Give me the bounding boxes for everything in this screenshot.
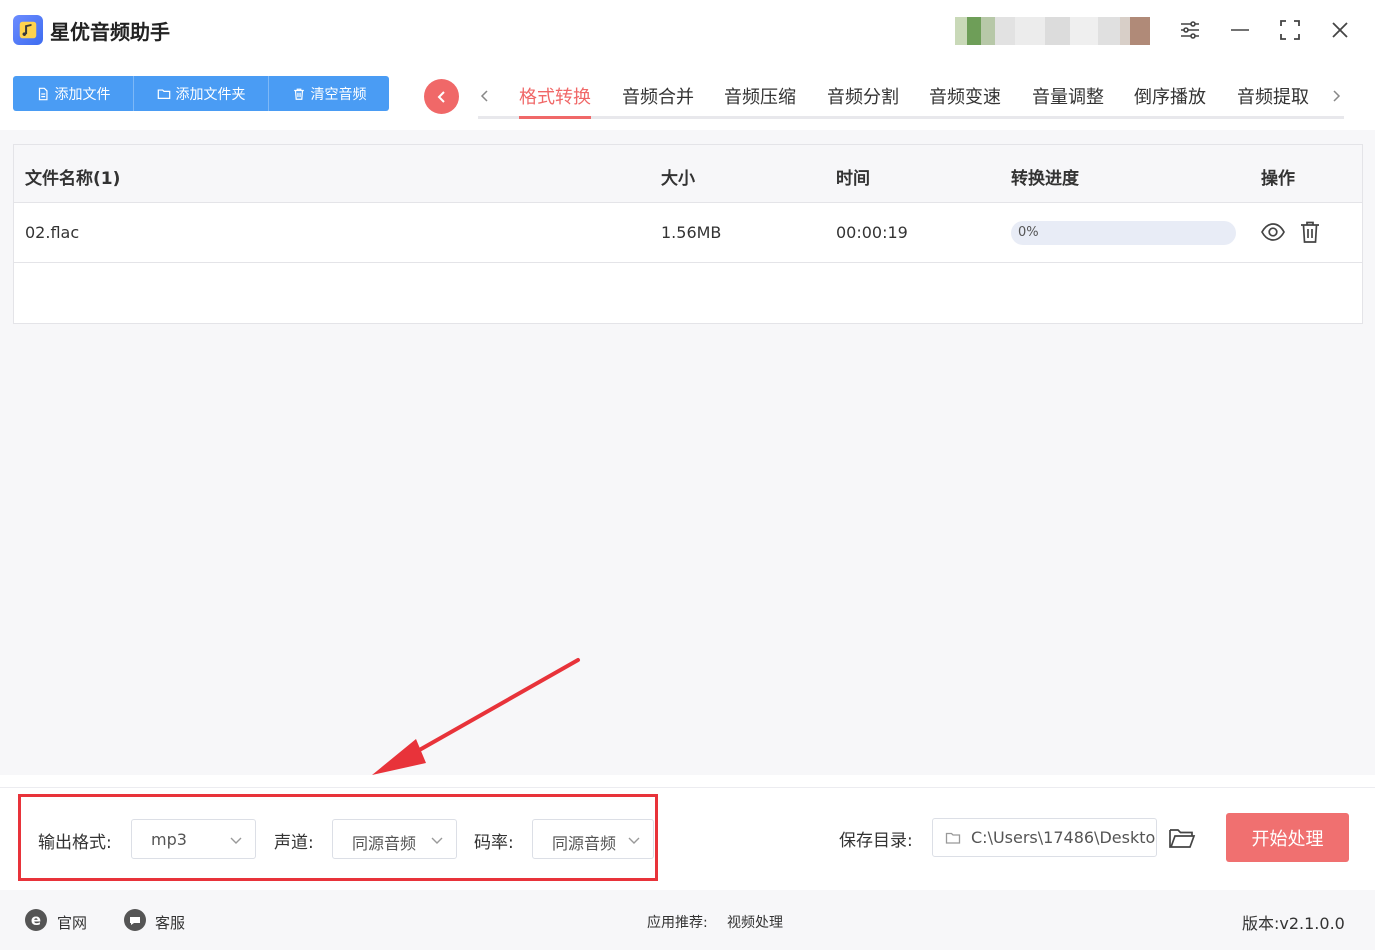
minimize-icon[interactable] (1226, 16, 1254, 44)
tab-audio-compress[interactable]: 音频压缩 (724, 83, 796, 116)
clear-audio-button[interactable]: 清空音频 (269, 76, 389, 111)
tabs-scroll-right-icon[interactable] (1326, 84, 1346, 108)
website-link[interactable]: 官网 (57, 912, 87, 933)
progress-text: 0% (1018, 225, 1039, 240)
tab-audio-split[interactable]: 音频分割 (827, 83, 899, 116)
clear-audio-label: 清空音频 (310, 86, 367, 103)
folder-icon (157, 88, 170, 99)
col-size: 大小 (661, 169, 695, 189)
col-filename: 文件名称(1) (25, 169, 121, 189)
file-actions-group: 添加文件 添加文件夹 清空音频 (13, 76, 389, 111)
col-actions: 操作 (1261, 169, 1295, 189)
col-progress: 转换进度 (1011, 169, 1079, 189)
tabs-scroll-left-icon[interactable] (475, 84, 495, 108)
add-file-button[interactable]: 添加文件 (13, 76, 134, 111)
tab-volume-adjust[interactable]: 音量调整 (1032, 83, 1104, 116)
chevron-left-icon (437, 90, 445, 103)
trash-icon (293, 88, 304, 100)
tab-audio-speed[interactable]: 音频变速 (929, 83, 1001, 116)
open-folder-icon[interactable] (1168, 825, 1196, 851)
file-name: 02.flac (25, 223, 80, 242)
add-folder-button[interactable]: 添加文件夹 (134, 76, 269, 111)
feature-tabs: 格式转换 音频合并 音频压缩 音频分割 音频变速 音量调整 倒序播放 音频提取 (478, 76, 1344, 119)
start-process-button[interactable]: 开始处理 (1226, 813, 1349, 862)
save-dir-value: C:\Users\17486\Desktop (971, 828, 1157, 847)
file-icon (38, 87, 48, 100)
file-size: 1.56MB (661, 223, 722, 242)
recommend-video-link[interactable]: 视频处理 (727, 912, 783, 932)
website-e-icon[interactable]: e (24, 908, 48, 932)
svg-text:e: e (31, 911, 41, 929)
save-dir-input[interactable]: C:\Users\17486\Desktop (932, 818, 1157, 857)
folder-icon (945, 832, 961, 844)
tab-audio-extract[interactable]: 音频提取 (1237, 83, 1309, 116)
collapse-back-button[interactable] (424, 79, 459, 114)
tab-format-convert[interactable]: 格式转换 (519, 83, 591, 119)
conversion-progress-bar: 0% (1011, 221, 1236, 245)
col-time: 时间 (836, 169, 870, 189)
title-bar: 星优音频助手 (0, 0, 1375, 62)
settings-sliders-icon[interactable] (1176, 16, 1204, 44)
support-link[interactable]: 客服 (155, 912, 185, 933)
app-title: 星优音频助手 (50, 20, 170, 44)
delete-trash-icon[interactable] (1297, 219, 1323, 245)
maximize-icon[interactable] (1276, 16, 1304, 44)
music-note-icon (13, 15, 43, 45)
support-chat-icon[interactable] (123, 908, 147, 932)
add-folder-label: 添加文件夹 (175, 86, 246, 103)
recommend-label: 应用推荐: (647, 915, 708, 931)
version-text: 版本:v2.1.0.0 (1242, 914, 1345, 933)
tab-reverse-play[interactable]: 倒序播放 (1134, 83, 1206, 116)
preview-eye-icon[interactable] (1260, 219, 1286, 245)
save-dir-label: 保存目录: (839, 831, 913, 851)
user-avatar-blurred[interactable] (955, 17, 1150, 45)
table-row[interactable]: 02.flac 1.56MB 00:00:19 0% (14, 203, 1362, 263)
close-icon[interactable] (1326, 16, 1354, 44)
add-file-label: 添加文件 (54, 86, 111, 103)
file-duration: 00:00:19 (836, 223, 908, 242)
file-table: 文件名称(1) 大小 时间 转换进度 操作 02.flac 1.56MB 00:… (13, 144, 1363, 324)
table-header: 文件名称(1) 大小 时间 转换进度 操作 (14, 145, 1362, 203)
annotation-highlight-box (18, 794, 658, 881)
tab-audio-merge[interactable]: 音频合并 (622, 83, 694, 116)
